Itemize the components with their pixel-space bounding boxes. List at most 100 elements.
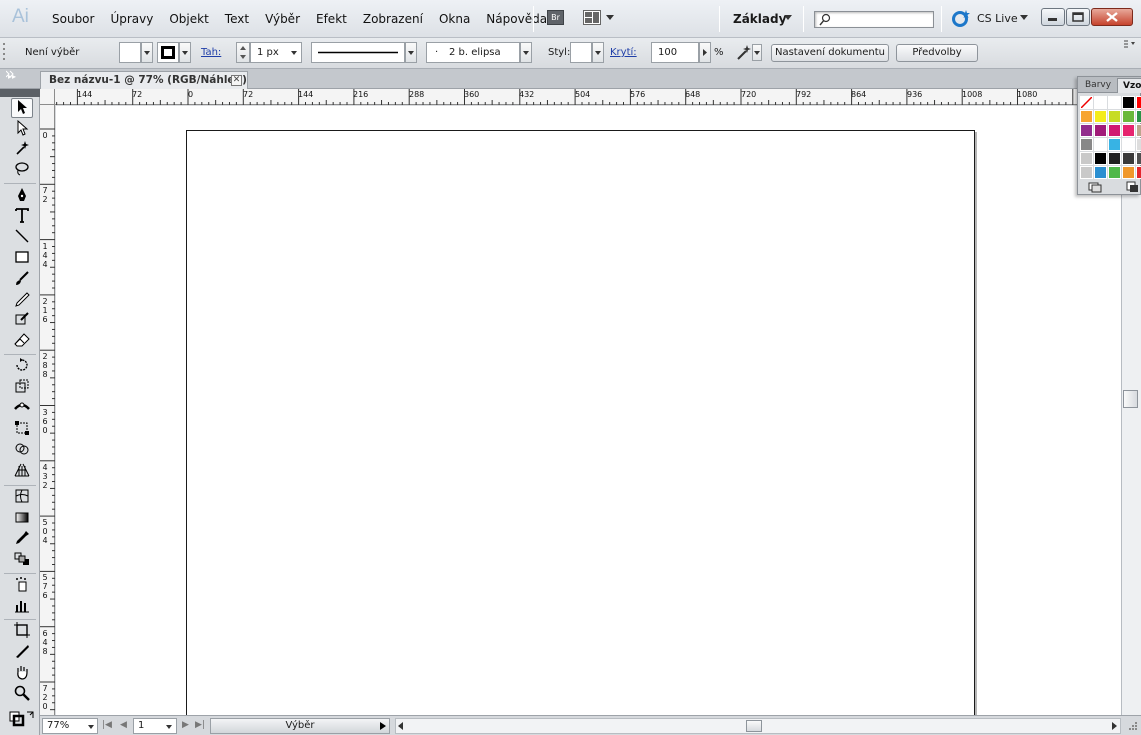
status-bar-tool[interactable]: Výběr [210, 718, 390, 734]
menu-soubor[interactable]: Soubor [52, 12, 94, 26]
menu-vyber[interactable]: Výběr [265, 12, 300, 26]
lasso-tool-icon[interactable] [11, 161, 33, 181]
color-swatch[interactable] [1136, 124, 1141, 137]
column-graph-tool-icon[interactable] [11, 597, 33, 617]
opacity-label[interactable]: Krytí: [610, 47, 637, 58]
rotate-tool-icon[interactable] [11, 357, 33, 377]
color-swatch[interactable] [1108, 96, 1121, 109]
variable-width-profile[interactable] [311, 42, 405, 63]
color-swatch[interactable] [1080, 96, 1093, 109]
menu-okna[interactable]: Okna [439, 12, 470, 26]
stroke-color-swatch[interactable] [157, 42, 179, 63]
color-swatch[interactable] [1122, 96, 1135, 109]
eyedropper-tool-icon[interactable] [11, 530, 33, 550]
horizontal-ruler[interactable]: 144 72 0 72 144 216 288 360 432 504 576 … [55, 89, 1121, 105]
direct-selection-tool-icon[interactable] [11, 119, 33, 140]
cs-live-icon[interactable] [951, 9, 971, 27]
fill-dropdown[interactable] [141, 42, 153, 63]
color-swatch[interactable] [1080, 138, 1093, 151]
horizontal-scroll-thumb[interactable] [746, 720, 762, 732]
stroke-weight-stepper[interactable] [236, 42, 250, 63]
cs-live-dropdown-icon[interactable] [1020, 15, 1028, 20]
color-swatch[interactable] [1122, 138, 1135, 151]
vertical-scroll-thumb[interactable] [1123, 390, 1138, 408]
symbol-sprayer-tool-icon[interactable] [11, 576, 33, 596]
shape-builder-tool-icon[interactable] [11, 441, 33, 461]
profile-dropdown[interactable] [405, 42, 417, 63]
workspace-dropdown-icon[interactable] [784, 15, 792, 20]
mesh-tool-icon[interactable] [11, 488, 33, 508]
color-swatch[interactable] [1080, 124, 1093, 137]
line-segment-tool-icon[interactable] [11, 228, 33, 248]
fill-color-swatch[interactable] [119, 42, 141, 63]
eraser-tool-icon[interactable] [11, 332, 33, 352]
canvas-area[interactable] [56, 106, 1121, 715]
document-setup-button[interactable]: Nastavení dokumentu [771, 44, 889, 62]
color-swatch[interactable] [1094, 152, 1107, 165]
stroke-weight-input[interactable]: 1 px [250, 42, 302, 63]
type-tool-icon[interactable] [11, 207, 33, 227]
recolor-artwork-button[interactable] [736, 44, 752, 61]
maximize-button[interactable] [1066, 8, 1090, 26]
magic-wand-tool-icon[interactable] [11, 140, 33, 160]
zoom-field[interactable]: 77% [42, 718, 98, 734]
previous-artboard-icon[interactable]: ◀ [120, 720, 127, 730]
menu-text[interactable]: Text [225, 12, 249, 26]
color-swatch[interactable] [1122, 110, 1135, 123]
bridge-button[interactable]: Br [547, 10, 564, 25]
brush-definition[interactable]: · 2 b. elipsa [426, 42, 520, 63]
next-artboard-icon[interactable]: ▶ [182, 720, 189, 730]
color-swatch[interactable] [1080, 152, 1093, 165]
color-swatch[interactable] [1094, 124, 1107, 137]
menu-zobrazeni[interactable]: Zobrazení [363, 12, 423, 26]
stroke-dropdown[interactable] [179, 42, 191, 63]
color-swatch[interactable] [1108, 110, 1121, 123]
arrange-documents-button[interactable] [583, 10, 601, 25]
cs-live-label[interactable]: CS Live [977, 12, 1018, 25]
menu-upravy[interactable]: Úpravy [110, 12, 153, 26]
stroke-label[interactable]: Tah: [201, 47, 221, 58]
document-tab[interactable]: Bez názvu-1 @ 77% (RGB/Náhled) ✕ [40, 71, 248, 89]
paintbrush-tool-icon[interactable] [11, 270, 33, 290]
color-swatch[interactable] [1136, 110, 1141, 123]
gradient-tool-icon[interactable] [11, 509, 33, 529]
color-swatch[interactable] [1108, 152, 1121, 165]
slice-tool-icon[interactable] [11, 643, 33, 663]
color-swatch[interactable] [1136, 96, 1141, 109]
fill-stroke-indicator[interactable] [8, 709, 36, 729]
arrange-dropdown-icon[interactable] [606, 15, 614, 20]
menu-napoveda[interactable]: Nápověda [486, 12, 547, 26]
color-swatch[interactable] [1122, 124, 1135, 137]
color-swatch[interactable] [1108, 138, 1121, 151]
width-tool-icon[interactable] [11, 399, 33, 419]
horizontal-scrollbar[interactable] [395, 718, 1121, 734]
pencil-tool-icon[interactable] [11, 291, 33, 311]
pen-tool-icon[interactable] [11, 187, 33, 207]
color-swatch[interactable] [1122, 152, 1135, 165]
color-swatch[interactable] [1080, 166, 1093, 179]
zoom-tool-icon[interactable] [11, 685, 33, 705]
color-swatch[interactable] [1108, 166, 1121, 179]
perspective-grid-tool-icon[interactable] [11, 462, 33, 482]
color-swatch[interactable] [1094, 96, 1107, 109]
panel-menu-icon[interactable] [1123, 40, 1137, 50]
menu-objekt[interactable]: Objekt [169, 12, 208, 26]
color-swatch[interactable] [1122, 166, 1135, 179]
tab-colors[interactable]: Barvy [1080, 78, 1116, 93]
last-artboard-icon[interactable]: ▶| [195, 720, 205, 730]
close-window-button[interactable] [1091, 8, 1133, 26]
blob-brush-tool-icon[interactable] [11, 311, 33, 331]
collapse-arrows-icon[interactable] [6, 70, 18, 78]
scroll-left-icon[interactable] [398, 722, 404, 730]
first-artboard-icon[interactable]: |◀ [102, 720, 112, 730]
new-swatch-icon[interactable] [1126, 181, 1140, 193]
style-dropdown[interactable] [592, 42, 604, 63]
blend-tool-icon[interactable] [11, 551, 33, 571]
selection-tool-icon[interactable] [11, 98, 33, 118]
rectangle-tool-icon[interactable] [11, 249, 33, 269]
minimize-button[interactable] [1041, 8, 1065, 26]
opacity-slider-button[interactable] [699, 42, 711, 63]
scroll-right-icon[interactable] [1112, 722, 1118, 730]
brush-dropdown[interactable] [520, 42, 532, 63]
artboard-tool-icon[interactable] [11, 622, 33, 642]
